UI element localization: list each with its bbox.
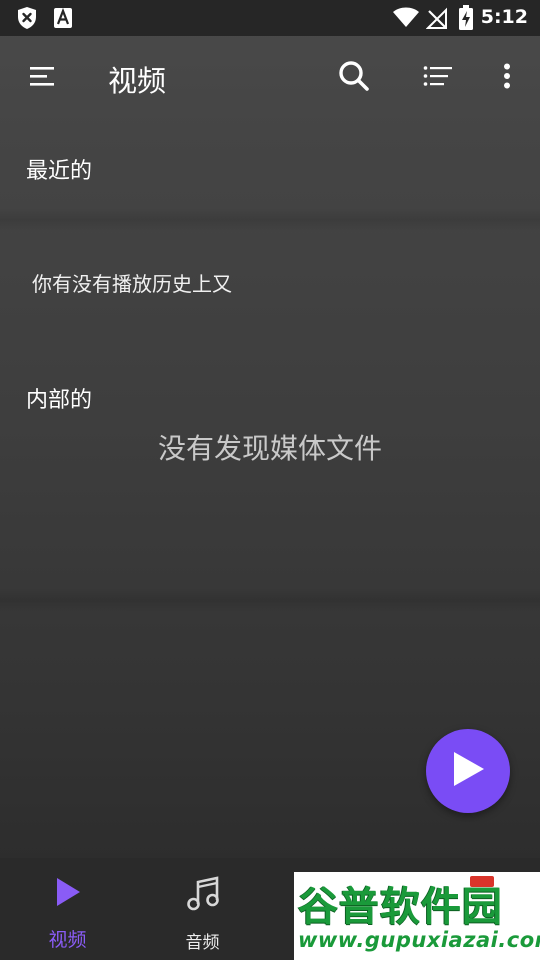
sort-button[interactable]: [414, 54, 462, 102]
no-signal-icon: [425, 6, 448, 34]
recent-section-title: 最近的: [26, 159, 93, 184]
recent-empty-message: 你有没有播放历史上又: [32, 272, 232, 296]
menu-button[interactable]: [18, 54, 66, 102]
status-bar: 5:12: [0, 0, 540, 36]
watermark-logo: 谷普软件园 www.gupuxiazai.com: [294, 872, 540, 960]
wifi-icon: [392, 5, 420, 33]
nav-tab-video[interactable]: 视频: [0, 858, 135, 960]
play-fab-button[interactable]: [426, 729, 510, 813]
battery-charging-icon: [458, 5, 474, 35]
watermark-title: 谷普软件园: [298, 884, 503, 930]
nav-tab-audio[interactable]: 音频: [135, 858, 270, 960]
play-icon: [54, 876, 82, 912]
more-vert-icon: [503, 63, 511, 93]
section-divider: [0, 588, 540, 612]
nav-tab-label: 音频: [185, 933, 220, 953]
menu-icon: [29, 65, 55, 91]
play-icon: [450, 750, 486, 792]
nav-tab-label: 视频: [48, 929, 87, 951]
section-divider: [0, 208, 540, 232]
font-a-icon: [52, 6, 74, 34]
internal-section-title: 内部的: [26, 388, 93, 413]
page-title: 视频: [108, 64, 167, 98]
search-icon: [338, 60, 370, 96]
search-button[interactable]: [330, 54, 378, 102]
app-bar: 视频: [0, 36, 540, 120]
music-note-icon: [186, 876, 220, 916]
watermark-url: www.gupuxiazai.com: [298, 928, 540, 952]
sort-list-icon: [423, 65, 453, 91]
more-options-button[interactable]: [483, 54, 531, 102]
clock-time: 5:12: [480, 6, 528, 28]
shield-x-icon: [16, 6, 38, 34]
no-media-message: 没有发现媒体文件: [157, 432, 382, 465]
